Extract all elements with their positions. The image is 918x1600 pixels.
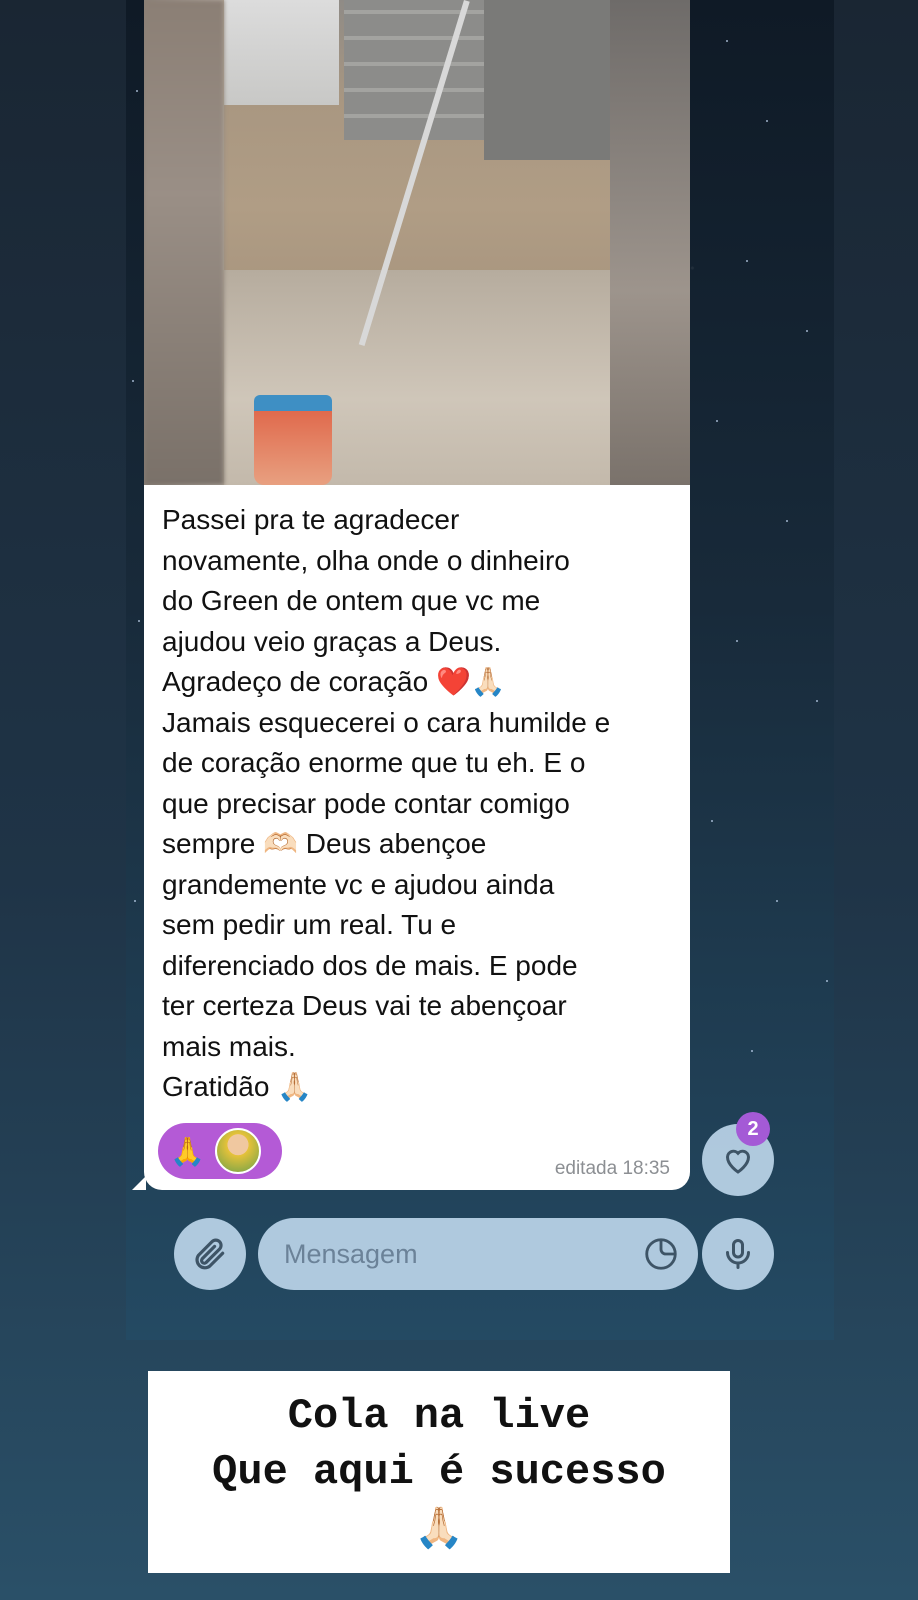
pray-reaction-icon: 🙏 — [170, 1135, 205, 1167]
reaction-pill[interactable]: 🙏 — [158, 1123, 282, 1179]
story-caption: Cola na live Que aqui é sucesso 🙏🏻 — [148, 1371, 730, 1573]
paperclip-icon — [195, 1238, 225, 1270]
sticker-icon[interactable] — [642, 1235, 680, 1273]
message-composer[interactable] — [258, 1218, 698, 1290]
message-input[interactable] — [282, 1237, 642, 1271]
microphone-icon — [726, 1239, 750, 1269]
pray-emoji-icon: 🙏🏻 — [414, 1506, 464, 1550]
avatar — [214, 1128, 261, 1174]
attach-button[interactable] — [174, 1218, 246, 1290]
microphone-button[interactable] — [702, 1218, 774, 1290]
message-bubble[interactable]: Passei pra te agradecer novamente, olha … — [132, 0, 690, 1190]
reaction-count-badge: 2 — [736, 1112, 770, 1146]
bubble-tail — [132, 1176, 146, 1190]
caption-line-2: Que aqui é sucesso — [212, 1448, 666, 1496]
message-timestamp: editada 18:35 — [554, 1158, 670, 1179]
caption-line-1: Cola na live — [287, 1392, 591, 1440]
message-photo[interactable] — [144, 0, 690, 485]
heart-icon — [725, 1149, 751, 1174]
message-text: Passei pra te agradecer novamente, olha … — [162, 504, 611, 1102]
chat-background: Passei pra te agradecer novamente, olha … — [126, 0, 834, 1340]
